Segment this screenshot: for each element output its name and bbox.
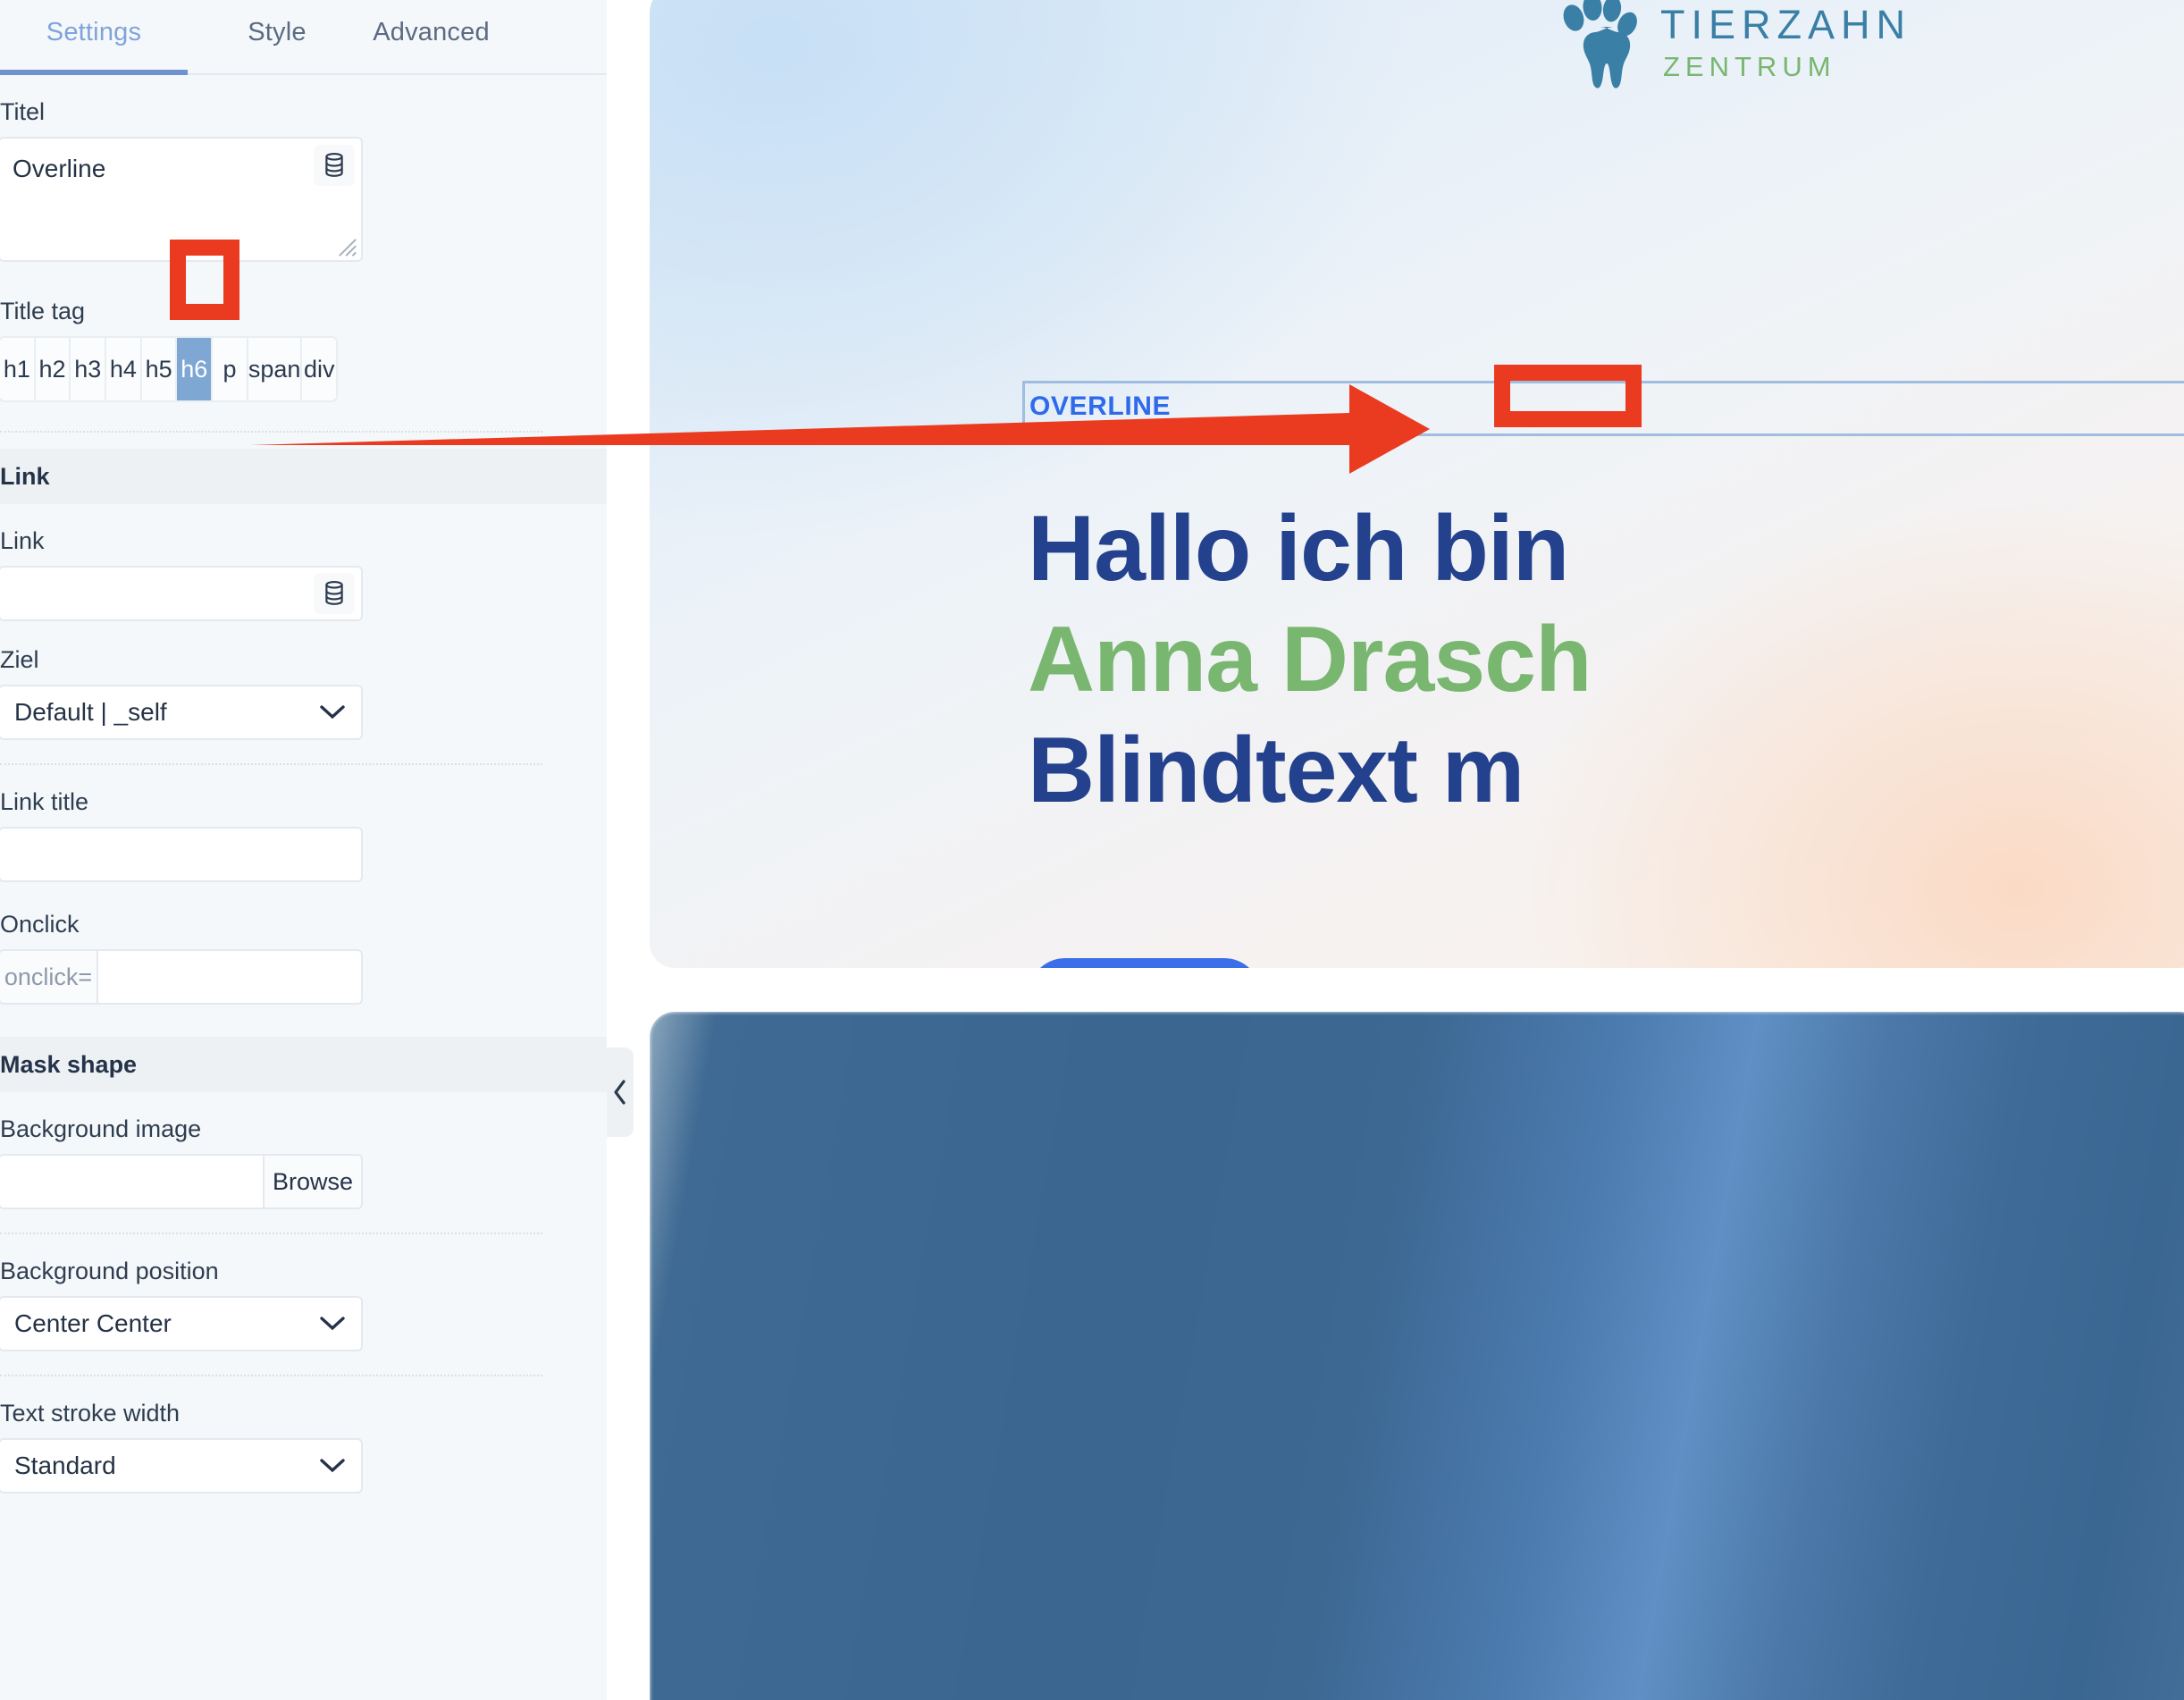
title-tag-segmented-control: h1 h2 h3 h4 h5 h6 p span div [0, 336, 338, 402]
text-stroke-width-select[interactable]: Standard [0, 1438, 363, 1494]
chevron-down-icon [320, 1317, 345, 1331]
tag-option-span[interactable]: span [248, 338, 303, 400]
field-onclick: Onclick onclick= [0, 888, 607, 1005]
logo-sub-text: ZENTRUM [1663, 50, 1836, 82]
page-preview-canvas: TIERZAHN ZENTRUM OVERLINE Hallo ich bin … [607, 0, 2184, 1700]
ziel-select[interactable]: Default | _self [0, 685, 363, 740]
field-background-image: Background image Browse [0, 1092, 607, 1234]
background-position-select[interactable]: Center Center [0, 1296, 363, 1351]
tag-option-h2[interactable]: h2 [35, 338, 71, 400]
sidebar-collapse-handle[interactable] [607, 1048, 634, 1137]
tag-option-h5[interactable]: h5 [141, 338, 178, 400]
sidebar-tabs: Settings Style Advanced [0, 0, 607, 75]
title-tag-label: Title tag [0, 298, 86, 324]
paw-tooth-logo-icon [1563, 0, 1637, 88]
ziel-value: Default | _self [14, 698, 167, 726]
tag-option-p[interactable]: p [213, 338, 248, 400]
titel-label: Titel [0, 98, 46, 125]
selected-element-outline [1022, 381, 2184, 436]
field-background-position: Background position Center Center [0, 1234, 607, 1376]
tag-option-h4[interactable]: h4 [106, 338, 142, 400]
field-titel: Titel Overline [0, 75, 607, 262]
background-position-value: Center Center [14, 1309, 172, 1337]
tab-advanced[interactable]: Advanced [353, 0, 509, 47]
field-link-title: Link title [0, 765, 607, 882]
hero-overline[interactable]: OVERLINE [1029, 391, 1171, 422]
link-input[interactable] [0, 566, 363, 621]
link-label: Link [0, 527, 45, 554]
chevron-down-icon [320, 705, 345, 720]
settings-sidebar: Settings Style Advanced Titel Overline T… [0, 0, 607, 1700]
background-position-label: Background position [0, 1258, 219, 1284]
ziel-label: Ziel [0, 646, 39, 673]
tab-style[interactable]: Style [229, 0, 325, 47]
database-icon[interactable] [314, 573, 355, 614]
active-tab-indicator [0, 70, 188, 75]
headline-line-3: Blindtext m [1028, 719, 1525, 822]
text-stroke-width-value: Standard [14, 1452, 116, 1479]
field-text-stroke-width: Text stroke width Standard [0, 1376, 607, 1494]
field-link: Link [0, 504, 607, 621]
app-root: Settings Style Advanced Titel Overline T… [0, 0, 2184, 1700]
browse-button[interactable]: Browse [263, 1156, 361, 1208]
chevron-left-icon [614, 1080, 626, 1105]
link-title-input[interactable] [0, 827, 363, 882]
section-header-link-label: Link [0, 462, 50, 490]
cta-button[interactable]: Termin vereinbaren [1029, 958, 1261, 968]
titel-value: Overline [13, 155, 106, 182]
onclick-input-group: onclick= [0, 949, 363, 1005]
hero-section: TIERZAHN ZENTRUM OVERLINE Hallo ich bin … [650, 0, 2184, 968]
secondary-image-section [650, 1012, 2184, 1700]
background-image-label: Background image [0, 1115, 202, 1142]
chevron-down-icon [320, 1459, 345, 1473]
tag-option-h1[interactable]: h1 [0, 338, 36, 400]
logo-wordmark: TIERZAHN ZENTRUM [1660, 4, 1911, 80]
hero-headline[interactable]: Hallo ich bin Anna Drasch Blindtext m [1028, 502, 1592, 817]
tag-option-h6[interactable]: h6 [177, 338, 214, 400]
resize-grip-icon[interactable] [338, 238, 357, 257]
text-stroke-width-label: Text stroke width [0, 1400, 181, 1426]
field-ziel: Ziel Default | _self [0, 623, 607, 765]
logo-main-text: TIERZAHN [1660, 1, 1911, 47]
onclick-input[interactable] [98, 951, 361, 1003]
section-header-mask-shape: Mask shape [0, 1037, 607, 1092]
tag-option-h3[interactable]: h3 [71, 338, 107, 400]
field-divider [0, 431, 542, 433]
onclick-prefix: onclick= [0, 951, 98, 1003]
background-image-input-group: Browse [0, 1154, 363, 1209]
titel-textarea[interactable]: Overline [0, 137, 363, 262]
tab-settings[interactable]: Settings [0, 0, 188, 47]
background-image-input[interactable] [0, 1156, 263, 1208]
database-icon[interactable] [314, 145, 355, 186]
headline-line-2: Anna Drasch [1028, 608, 1592, 711]
tag-option-div[interactable]: div [302, 338, 336, 400]
site-logo[interactable]: TIERZAHN ZENTRUM [1558, 0, 1911, 91]
section-header-mask-shape-label: Mask shape [0, 1050, 138, 1078]
onclick-label: Onclick [0, 911, 80, 938]
link-title-label: Link title [0, 788, 89, 815]
section-header-link: Link [0, 449, 607, 504]
field-title-tag: Title tag h1 h2 h3 h4 h5 h6 p span div [0, 274, 607, 433]
headline-line-1: Hallo ich bin [1028, 497, 1569, 601]
secondary-section-image [650, 1012, 2184, 1700]
